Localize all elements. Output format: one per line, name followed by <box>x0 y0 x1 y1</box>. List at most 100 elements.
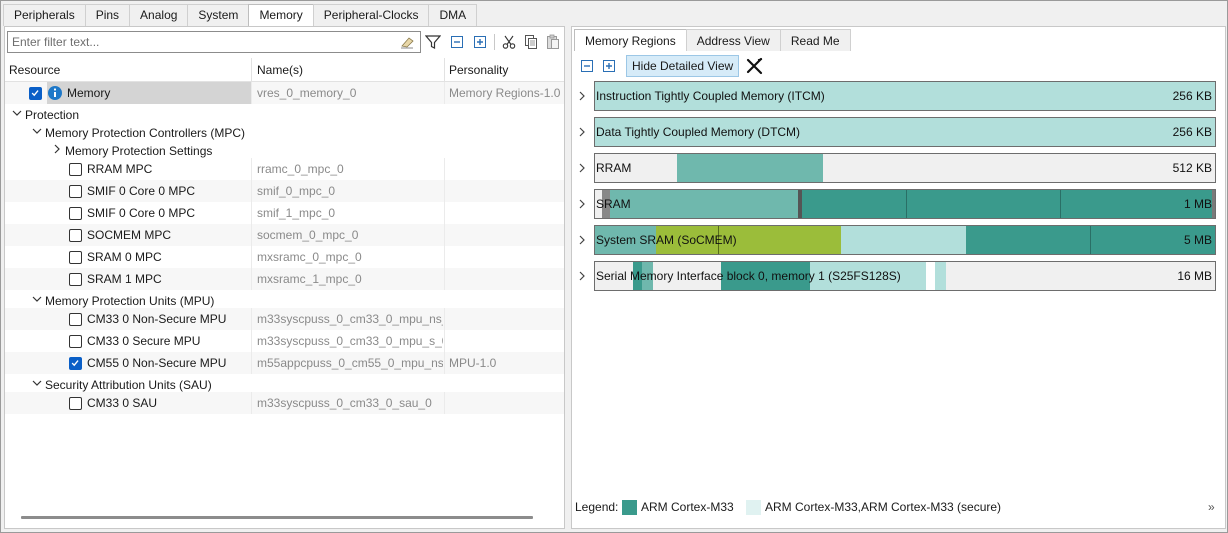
memory-region-bar[interactable]: Data Tightly Coupled Memory (DTCM) 256 KB <box>594 117 1216 147</box>
memory-region-row[interactable]: System SRAM (SoCMEM) 5 MB <box>572 224 1222 256</box>
column-header-personality[interactable]: Personality <box>445 58 564 82</box>
tree-row[interactable]: CM55 0 Non-Secure MPU m55appcpuss_0_cm55_… <box>5 352 564 374</box>
tree-row[interactable]: Memory Protection Units (MPU) <box>5 290 564 308</box>
memory-region-row[interactable]: Data Tightly Coupled Memory (DTCM) 256 KB <box>572 116 1222 148</box>
tree-row[interactable]: RRAM MPC rramc_0_mpc_0 <box>5 158 564 180</box>
memory-segment[interactable] <box>802 190 1212 218</box>
cell-divider <box>444 180 445 202</box>
tab-dma[interactable]: DMA <box>428 4 478 26</box>
paste-icon[interactable] <box>545 34 561 50</box>
filter-input[interactable] <box>7 31 421 53</box>
chevron-right-icon[interactable] <box>576 269 588 283</box>
tree-row[interactable]: Memory vres_0_memory_0 Memory Regions-1.0 <box>5 82 564 104</box>
legend-more-indicator[interactable]: » <box>1208 497 1215 517</box>
hide-detailed-view-button[interactable]: Hide Detailed View <box>626 55 740 77</box>
memory-region-bar[interactable]: SRAM 1 MB <box>594 189 1216 219</box>
cell-divider <box>251 158 252 180</box>
checkbox-checked[interactable] <box>69 357 82 370</box>
expand-all-icon[interactable] <box>472 34 488 50</box>
cell-divider <box>251 202 252 224</box>
tree-row[interactable]: Protection <box>5 104 564 122</box>
tree-row[interactable]: Security Attribution Units (SAU) <box>5 374 564 392</box>
close-x-icon[interactable] <box>746 57 764 75</box>
tree-row[interactable]: SRAM 0 MPC mxsramc_0_mpc_0 <box>5 246 564 268</box>
chevron-down-icon[interactable] <box>31 122 43 140</box>
tab-read-me[interactable]: Read Me <box>779 29 851 51</box>
clear-filter-icon[interactable] <box>399 34 415 50</box>
tab-analog[interactable]: Analog <box>129 4 189 26</box>
memory-region-label: Data Tightly Coupled Memory (DTCM) <box>596 125 801 139</box>
memory-region-row[interactable]: RRAM 512 KB <box>572 152 1222 184</box>
memory-region-bar[interactable]: RRAM 512 KB <box>594 153 1216 183</box>
tab-memory[interactable]: Memory <box>248 4 314 27</box>
checkbox[interactable] <box>69 229 82 242</box>
tree-row[interactable]: SOCMEM MPC socmem_0_mpc_0 <box>5 224 564 246</box>
tree-row[interactable]: Memory Protection Controllers (MPC) <box>5 122 564 140</box>
tab-system[interactable]: System <box>187 4 250 26</box>
memory-segment[interactable] <box>905 190 907 218</box>
memory-segment[interactable] <box>935 262 946 290</box>
column-header-names[interactable]: Name(s) <box>253 58 443 82</box>
expand-all-icon[interactable] <box>601 58 617 74</box>
collapse-all-icon[interactable] <box>449 34 465 50</box>
tree-item-name: rramc_0_mpc_0 <box>257 162 344 176</box>
memory-region-bar[interactable]: Serial Memory Interface block 0, memory … <box>594 261 1216 291</box>
tab-peripheral-clocks[interactable]: Peripheral-Clocks <box>312 4 430 26</box>
checkbox[interactable] <box>69 185 82 198</box>
memory-region-row[interactable]: Serial Memory Interface block 0, memory … <box>572 260 1222 292</box>
memory-segment[interactable] <box>1060 190 1061 218</box>
cut-icon[interactable] <box>501 34 517 50</box>
chevron-down-icon[interactable] <box>31 290 43 308</box>
horizontal-scrollbar[interactable] <box>21 516 533 519</box>
chevron-down-icon[interactable] <box>11 104 23 122</box>
filter-icon[interactable] <box>425 34 441 50</box>
checkbox[interactable] <box>69 313 82 326</box>
checkbox-checked[interactable] <box>29 87 42 100</box>
column-header-resource[interactable]: Resource <box>5 58 251 82</box>
memory-region-row[interactable]: SRAM 1 MB <box>572 188 1222 220</box>
tree-row[interactable]: SMIF 0 Core 0 MPC smif_0_mpc_0 <box>5 180 564 202</box>
tree-row[interactable]: CM33 0 Non-Secure MPU m33syscpuss_0_cm33_… <box>5 308 564 330</box>
chevron-down-icon[interactable] <box>31 374 43 392</box>
checkbox[interactable] <box>69 207 82 220</box>
tree-row[interactable]: CM33 0 SAU m33syscpuss_0_cm33_0_sau_0 <box>5 392 564 414</box>
cell-divider <box>251 180 252 202</box>
chevron-right-icon[interactable] <box>51 140 63 158</box>
chevron-right-icon[interactable] <box>576 125 588 139</box>
memory-region-label: System SRAM (SoCMEM) <box>596 233 737 247</box>
checkbox[interactable] <box>69 397 82 410</box>
tree-row[interactable]: Memory Protection Settings <box>5 140 564 158</box>
memory-segment[interactable] <box>609 190 799 218</box>
memory-segment[interactable] <box>1211 190 1215 218</box>
chevron-right-icon[interactable] <box>576 161 588 175</box>
tab-address-view[interactable]: Address View <box>685 29 781 51</box>
tree-row[interactable]: CM33 0 Secure MPU m33syscpuss_0_cm33_0_mp… <box>5 330 564 352</box>
collapse-all-icon[interactable] <box>579 58 595 74</box>
tab-memory-regions[interactable]: Memory Regions <box>574 29 687 51</box>
chevron-right-icon[interactable] <box>576 197 588 211</box>
cell-divider <box>251 330 252 352</box>
tree-row[interactable]: SMIF 0 Core 0 MPC smif_1_mpc_0 <box>5 202 564 224</box>
memory-region-bar[interactable]: System SRAM (SoCMEM) 5 MB <box>594 225 1216 255</box>
memory-segment[interactable] <box>926 262 936 290</box>
memory-segment[interactable] <box>840 226 966 254</box>
tree-row[interactable]: SRAM 1 MPC mxsramc_1_mpc_0 <box>5 268 564 290</box>
tree-item-label: SRAM 1 MPC <box>87 272 162 286</box>
cell-divider <box>251 268 252 290</box>
tab-pins[interactable]: Pins <box>84 4 131 26</box>
memory-segment[interactable] <box>1089 226 1091 254</box>
checkbox[interactable] <box>69 251 82 264</box>
checkbox[interactable] <box>69 273 82 286</box>
cell-divider <box>444 268 445 290</box>
chevron-right-icon[interactable] <box>576 89 588 103</box>
checkbox[interactable] <box>69 335 82 348</box>
copy-icon[interactable] <box>523 34 539 50</box>
memory-region-row[interactable]: Instruction Tightly Coupled Memory (ITCM… <box>572 80 1222 112</box>
memory-region-bar[interactable]: Instruction Tightly Coupled Memory (ITCM… <box>594 81 1216 111</box>
memory-segment[interactable] <box>677 154 823 182</box>
tab-peripherals[interactable]: Peripherals <box>3 4 86 26</box>
checkbox[interactable] <box>69 163 82 176</box>
column-divider[interactable] <box>251 58 252 82</box>
legend-item-label: ARM Cortex-M33 <box>641 500 734 514</box>
chevron-right-icon[interactable] <box>576 233 588 247</box>
